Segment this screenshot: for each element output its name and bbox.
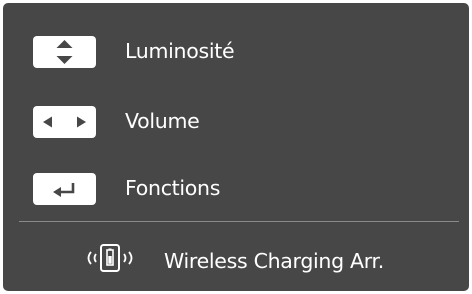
wireless-charging-icon [79, 241, 141, 275]
wireless-charging-status: Wireless Charging Arr. [3, 235, 469, 285]
menu-item-volume[interactable]: Volume [3, 93, 469, 149]
menu-item-functions[interactable]: Fonctions [3, 160, 469, 216]
menu-item-label: Volume [125, 109, 200, 133]
wireless-charging-label: Wireless Charging Arr. [164, 249, 385, 273]
up-down-arrows-icon [33, 36, 96, 68]
menu-divider [19, 221, 459, 222]
menu-item-brightness[interactable]: Luminosité [3, 23, 469, 79]
menu-item-label: Luminosité [125, 39, 235, 63]
enter-return-icon [33, 173, 96, 205]
menu-item-label: Fonctions [125, 176, 221, 200]
osd-menu-panel: Luminosité Volume Fonctions Wireless Cha… [3, 3, 469, 291]
left-right-arrows-icon [33, 106, 96, 138]
